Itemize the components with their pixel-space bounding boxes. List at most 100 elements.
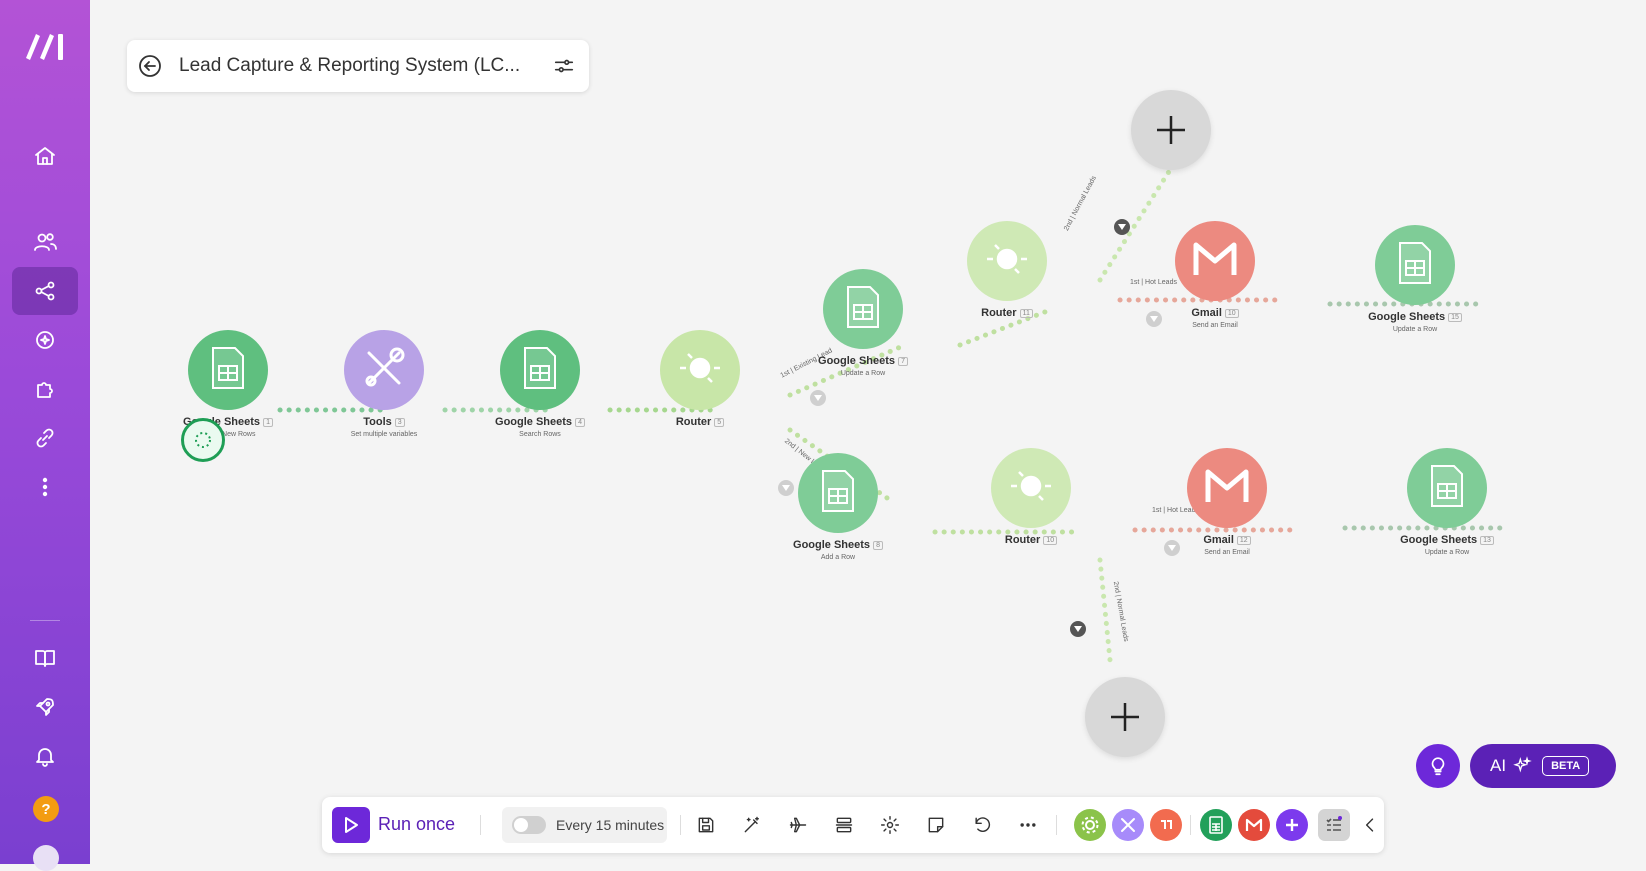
toolbar-divider	[680, 815, 681, 835]
tools-mini-button[interactable]	[1112, 809, 1144, 841]
collapse-toolbar-button[interactable]	[1356, 811, 1384, 839]
router-icon	[672, 340, 728, 401]
undo-button[interactable]	[968, 811, 996, 839]
google-sheets-icon	[819, 469, 857, 518]
save-button[interactable]	[692, 811, 720, 839]
more-vertical-icon	[42, 477, 48, 497]
toolbar-divider	[480, 815, 481, 835]
filter-icon[interactable]	[1114, 219, 1130, 235]
sidebar-item-connections[interactable]	[12, 414, 78, 462]
scenario-canvas[interactable]: 1st | Existing Lead 2nd | New Lead 1st |…	[90, 0, 1646, 864]
module-title: Router 10	[971, 534, 1091, 546]
plus-icon	[1286, 819, 1298, 831]
module-circle[interactable]	[991, 448, 1071, 528]
ai-assistant-button[interactable]: AI BETA	[1470, 744, 1616, 788]
module-title: Google Sheets 8	[778, 539, 898, 551]
sidebar-item-notifications[interactable]	[12, 732, 78, 780]
add-module-button-top[interactable]	[1131, 90, 1211, 170]
module-app-name: Google Sheets	[793, 539, 871, 551]
module-app-name: Router	[675, 416, 712, 428]
module-circle[interactable]	[500, 330, 580, 410]
module-r5[interactable]: Router 5	[640, 330, 760, 450]
schedule-label[interactable]: Every 15 minutes	[556, 817, 664, 833]
google-sheets-icon	[1396, 241, 1434, 290]
sparkles-icon	[1513, 756, 1532, 773]
module-circle[interactable]	[798, 453, 878, 533]
more-options-button[interactable]	[1014, 811, 1042, 839]
schedule-toggle[interactable]	[512, 816, 546, 834]
sidebar-item-apps[interactable]	[12, 365, 78, 413]
module-title: Gmail 10	[1155, 307, 1275, 319]
flow-control-icon	[1161, 820, 1172, 829]
filter-icon[interactable]	[810, 390, 826, 406]
module-gs8[interactable]: Google Sheets 8 Add a Row	[778, 453, 898, 573]
module-circle[interactable]	[967, 221, 1047, 301]
avatar[interactable]	[33, 845, 59, 871]
module-app-name: Google Sheets	[495, 416, 573, 428]
module-circle[interactable]	[1187, 448, 1267, 528]
run-once-button[interactable]	[332, 807, 370, 843]
plus-icon	[1111, 703, 1139, 731]
module-circle[interactable]	[823, 269, 903, 349]
module-number-badge: 10	[1043, 535, 1058, 545]
notes-button[interactable]	[922, 811, 950, 839]
add-module-button-bottom[interactable]	[1085, 677, 1165, 757]
toolbar-divider	[1056, 815, 1057, 835]
gmail-icon	[1190, 239, 1240, 284]
flow-control-mini-button[interactable]	[1150, 809, 1182, 841]
module-gm10[interactable]: Gmail 10 Send an Email	[1155, 221, 1275, 341]
google-sheets-icon	[1209, 816, 1223, 834]
filter-icon[interactable]	[1070, 621, 1086, 637]
module-gs7[interactable]: Google Sheets 7 Update a Row	[803, 269, 923, 389]
router-mini-button[interactable]	[1074, 809, 1106, 841]
sidebar-item-docs[interactable]	[12, 634, 78, 682]
module-circle[interactable]	[344, 330, 424, 410]
airplane-icon	[789, 817, 807, 833]
auto-align-button[interactable]	[738, 811, 766, 839]
gmail-mini-button[interactable]	[1238, 809, 1270, 841]
add-mini-button[interactable]	[1276, 809, 1308, 841]
sidebar-item-launch[interactable]	[12, 683, 78, 731]
make-logo[interactable]	[24, 30, 68, 60]
tools-icon	[1121, 818, 1135, 832]
sidebar-item-scenarios[interactable]	[12, 267, 78, 315]
book-icon	[35, 650, 55, 667]
sidebar-item-home[interactable]	[12, 132, 78, 180]
module-app-name: Google Sheets	[1368, 311, 1446, 323]
sidebar-divider	[30, 620, 60, 621]
google-sheets-icon	[1428, 464, 1466, 513]
module-tools[interactable]: Tools 3 Set multiple variables	[324, 330, 444, 450]
module-number-badge: 4	[575, 417, 585, 427]
explain-flow-button[interactable]	[784, 811, 812, 839]
module-r10b[interactable]: Router 10	[971, 448, 1091, 568]
module-circle[interactable]	[1407, 448, 1487, 528]
module-number-badge: 15	[1448, 312, 1462, 322]
module-r11[interactable]: Router 11	[947, 221, 1067, 341]
google-sheets-mini-button[interactable]	[1200, 809, 1232, 841]
module-gm12[interactable]: Gmail 12 Send an Email	[1167, 448, 1287, 568]
module-gs15[interactable]: Google Sheets 15 Update a Row	[1355, 225, 1475, 345]
sidebar-item-more[interactable]	[12, 463, 78, 511]
sidebar-item-ai-agents[interactable]	[12, 316, 78, 364]
module-gs4[interactable]: Google Sheets 4 Search Rows	[480, 330, 600, 450]
sidebar-item-team[interactable]	[12, 218, 78, 266]
module-circle[interactable]	[660, 330, 740, 410]
share-icon	[35, 281, 55, 301]
tips-button[interactable]	[1416, 744, 1460, 788]
help-button[interactable]: ?	[33, 796, 59, 822]
module-gs13[interactable]: Google Sheets 13 Update a Row	[1387, 448, 1507, 568]
layout-icon	[835, 817, 853, 833]
run-once-label[interactable]: Run once	[378, 814, 455, 835]
undo-icon	[975, 817, 991, 832]
schedule-control[interactable]: Every 15 minutes	[502, 807, 667, 843]
scenario-settings-toolbar-button[interactable]	[876, 811, 904, 839]
link-icon	[36, 428, 54, 448]
checklist-button[interactable]	[1318, 809, 1350, 841]
layout-button[interactable]	[830, 811, 858, 839]
module-circle[interactable]	[1175, 221, 1255, 301]
module-number-badge: 7	[898, 356, 908, 366]
play-icon	[345, 817, 358, 833]
module-app-name: Google Sheets	[1400, 534, 1478, 546]
module-circle[interactable]	[1375, 225, 1455, 305]
module-circle[interactable]	[188, 330, 268, 410]
